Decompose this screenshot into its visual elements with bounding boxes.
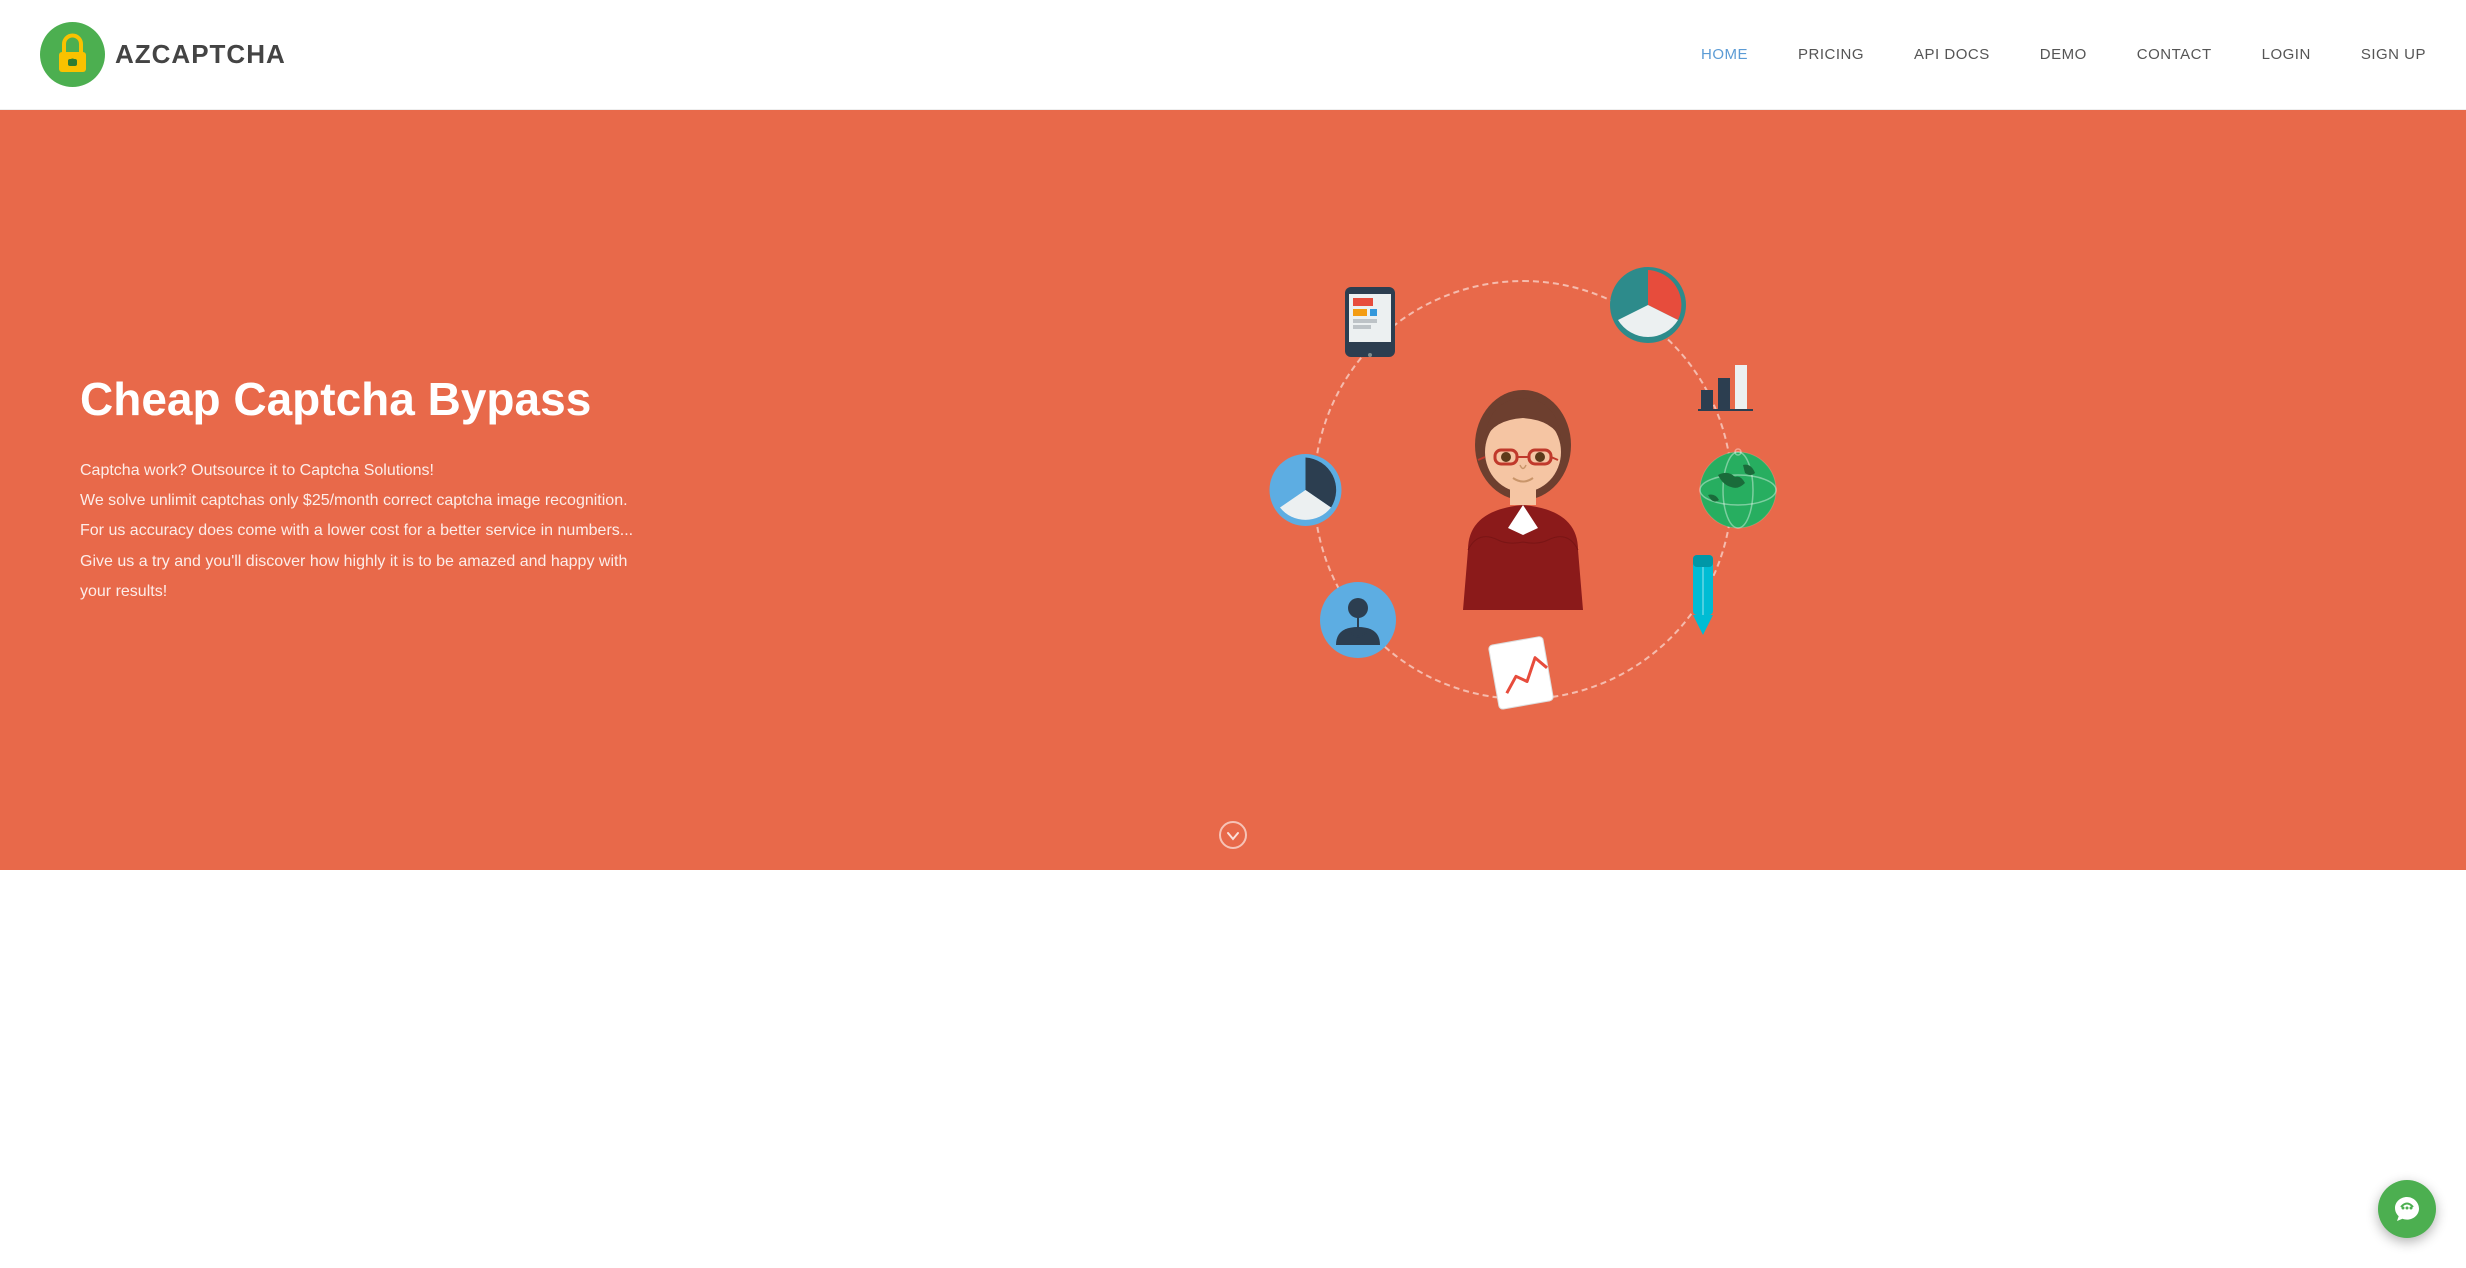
hero-desc-line4: Give us a try and you'll discover how hi…	[80, 553, 627, 600]
nav-item-pricing[interactable]: PRICING	[1798, 46, 1864, 64]
central-figure-svg	[1423, 370, 1623, 610]
pen-icon-bubble	[1673, 550, 1733, 640]
nav-links: HOME PRICING API DOCS DEMO CONTACT LOGIN…	[1701, 46, 2426, 64]
nav-link-apidocs[interactable]: API DOCS	[1914, 46, 1990, 63]
tablet-svg	[1335, 282, 1415, 362]
piechart2-svg	[1263, 448, 1348, 533]
nav-item-apidocs[interactable]: API DOCS	[1914, 46, 1990, 64]
hero-section: Cheap Captcha Bypass Captcha work? Outso…	[0, 110, 2466, 870]
tablet-icon-bubble	[1335, 282, 1415, 362]
chat-icon	[2392, 1194, 2422, 1224]
logo-icon	[40, 22, 105, 87]
hero-desc-line2: We solve unlimit captchas only $25/month…	[80, 492, 628, 509]
person-svg	[1318, 580, 1398, 660]
nav-item-login[interactable]: LOGIN	[2262, 46, 2311, 64]
illustration-container	[1263, 230, 1783, 750]
nav-item-signup[interactable]: SIGN UP	[2361, 46, 2426, 64]
navbar: AZCAPTCHA HOME PRICING API DOCS DEMO CON…	[0, 0, 2466, 110]
piechart2-icon-bubble	[1263, 448, 1348, 533]
pen-svg	[1673, 550, 1733, 640]
nav-item-contact[interactable]: CONTACT	[2137, 46, 2212, 64]
nav-link-contact[interactable]: CONTACT	[2137, 46, 2212, 63]
hero-illustration	[660, 210, 2386, 770]
nav-item-demo[interactable]: DEMO	[2040, 46, 2087, 64]
barchart-icon-bubble	[1693, 350, 1763, 420]
hero-description: Captcha work? Outsource it to Captcha So…	[80, 456, 660, 608]
globe-svg	[1693, 445, 1783, 535]
document-svg	[1483, 630, 1563, 710]
hero-title: Cheap Captcha Bypass	[80, 372, 660, 427]
scroll-down-icon	[1218, 820, 1248, 850]
person-icon-bubble	[1318, 580, 1398, 660]
piechart-svg	[1603, 260, 1693, 350]
scroll-indicator[interactable]	[1218, 820, 1248, 850]
central-figure	[1423, 370, 1623, 610]
hero-desc-line3: For us accuracy does come with a lower c…	[80, 522, 633, 539]
hero-desc-line1: Captcha work? Outsource it to Captcha So…	[80, 462, 434, 479]
nav-link-login[interactable]: LOGIN	[2262, 46, 2311, 63]
hero-text: Cheap Captcha Bypass Captcha work? Outso…	[80, 372, 660, 607]
nav-link-demo[interactable]: DEMO	[2040, 46, 2087, 63]
logo-text: AZCAPTCHA	[115, 39, 286, 70]
nav-item-home[interactable]: HOME	[1701, 46, 1748, 64]
chat-button[interactable]	[2378, 1180, 2436, 1238]
document-icon-bubble	[1483, 630, 1563, 710]
piechart-icon-bubble	[1603, 260, 1693, 350]
globe-icon-bubble	[1693, 445, 1783, 535]
nav-link-home[interactable]: HOME	[1701, 46, 1748, 63]
nav-link-signup[interactable]: SIGN UP	[2361, 46, 2426, 63]
barchart-svg	[1693, 350, 1763, 420]
logo-area[interactable]: AZCAPTCHA	[40, 22, 286, 87]
nav-link-pricing[interactable]: PRICING	[1798, 46, 1864, 63]
